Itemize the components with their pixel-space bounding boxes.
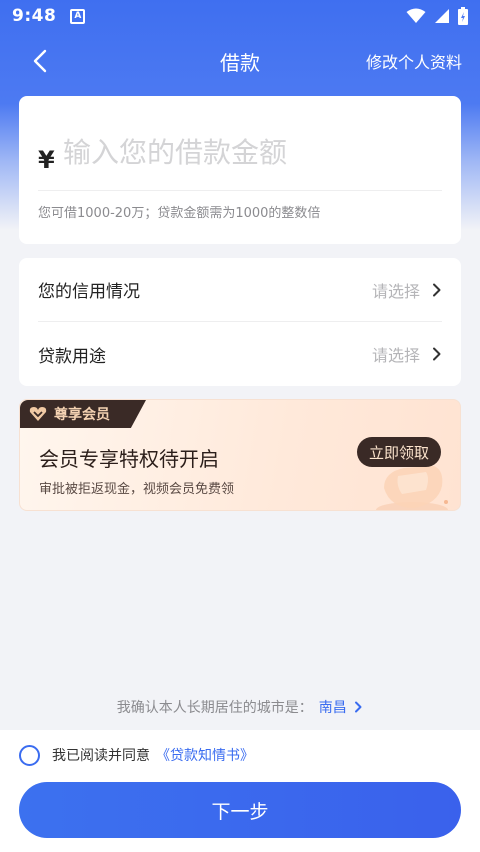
chevron-right-icon: [433, 347, 441, 361]
agreement-row: 我已阅读并同意 《贷款知情书》: [19, 744, 254, 766]
loan-purpose-value: 请选择: [371, 346, 420, 365]
agreement-checkbox[interactable]: [19, 744, 40, 766]
credit-status-label: 您的信用情况: [38, 282, 140, 302]
back-arrow-icon[interactable]: [28, 48, 54, 74]
residence-city-prefix: 我确认本人长期居住的城市是：: [116, 700, 313, 716]
notification-a-icon: A: [70, 8, 86, 24]
divider: [38, 190, 442, 191]
claim-now-button[interactable]: 立即领取: [357, 437, 441, 467]
battery-icon: [458, 7, 468, 25]
diamond-heart-icon: [29, 407, 47, 421]
vip-promo-card[interactable]: 尊享会员 会员专享特权待开启 审批被拒返现金，视频会员免费领 立即领取: [19, 399, 461, 511]
status-icons: [406, 7, 468, 25]
vip-title: 会员专享特权待开启: [39, 447, 219, 471]
residence-city-link[interactable]: 南昌: [319, 700, 363, 716]
chevron-right-icon: [433, 283, 441, 296]
amount-hint: 您可借1000-20万；贷款金额需为1000的整数倍: [38, 206, 321, 221]
edit-profile-link[interactable]: 修改个人资料: [366, 49, 462, 73]
vip-tag-label: 尊享会员: [54, 407, 110, 423]
currency-symbol: ¥: [38, 146, 55, 174]
loan-options-card: 您的信用情况 请选择 贷款用途 请选择: [19, 258, 461, 386]
residence-city-name: 南昌: [318, 700, 347, 716]
credit-status-value: 请选择: [371, 281, 420, 301]
residence-city-line: 我确认本人长期居住的城市是： 南昌: [0, 697, 480, 717]
vip-tag: 尊享会员: [20, 400, 146, 428]
vip-subtitle: 审批被拒返现金，视频会员免费领: [39, 482, 235, 497]
loan-purpose-label: 贷款用途: [38, 346, 106, 367]
status-time: 9:48: [12, 6, 57, 26]
loan-purpose-row[interactable]: 贷款用途 请选择: [38, 322, 442, 386]
chevron-right-icon: [355, 701, 362, 713]
agreement-text: 我已阅读并同意: [52, 748, 150, 764]
next-step-button[interactable]: 下一步: [19, 782, 461, 838]
bottom-action-panel: 我已阅读并同意 《贷款知情书》 下一步: [0, 730, 480, 852]
loan-amount-input[interactable]: [63, 132, 433, 172]
wifi-icon: [406, 8, 426, 23]
loan-amount-card: ¥ 您可借1000-20万；贷款金额需为1000的整数倍: [19, 96, 461, 244]
loan-notice-link[interactable]: 《贷款知情书》: [156, 745, 254, 765]
signal-icon: [435, 9, 449, 23]
credit-status-row[interactable]: 您的信用情况 请选择: [38, 258, 442, 322]
navigation-bar: 借款 修改个人资料: [0, 36, 480, 86]
status-bar: 9:48 A: [0, 0, 480, 32]
